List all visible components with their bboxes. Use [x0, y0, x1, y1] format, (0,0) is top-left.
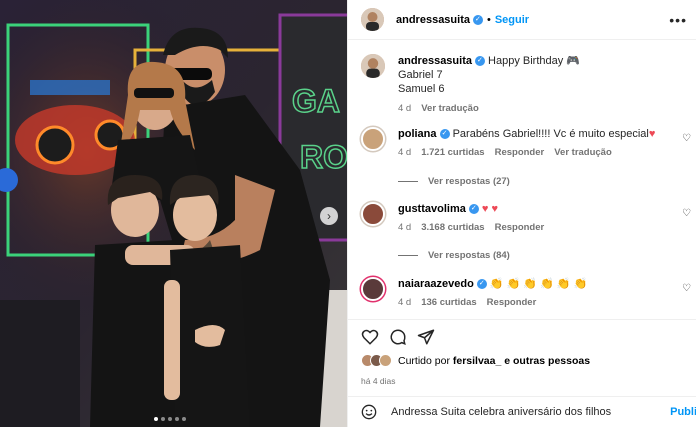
verified-badge-icon: ✓ — [476, 279, 487, 290]
separator-dot: • — [486, 13, 491, 26]
comment-icon[interactable] — [388, 328, 408, 346]
carousel-dots — [154, 417, 186, 421]
post-date: há 4 dias — [361, 376, 396, 386]
comment-text: ♥ ♥ — [481, 203, 499, 215]
heart-emoji: ♥ — [648, 128, 656, 140]
like-comment-heart-icon[interactable]: ♡ — [682, 283, 691, 294]
liked-by-prefix: Curtido por — [398, 354, 450, 367]
share-icon[interactable] — [416, 328, 436, 346]
post-header: andressasuita ✓ • Seguir ••• — [348, 0, 696, 40]
follow-button[interactable]: Seguir — [495, 14, 529, 26]
verified-badge-icon: ✓ — [439, 129, 450, 140]
post-details-panel: andressasuita ✓ • Seguir ••• andressasui… — [347, 0, 696, 427]
comment-username[interactable]: naiaraazevedo — [398, 278, 474, 290]
caption-time: 4 d — [398, 103, 412, 114]
svg-text:GA: GA — [292, 83, 340, 119]
publish-button[interactable]: Publi — [670, 406, 696, 418]
view-replies-label: Ver respostas (84) — [428, 250, 510, 261]
avatar — [379, 354, 392, 367]
comment-likes[interactable]: 136 curtidas — [421, 296, 476, 310]
chevron-right-icon: › — [327, 209, 331, 223]
action-bar — [348, 319, 696, 351]
caption: andressasuita ✓ Happy Birthday 🎮 Gabriel … — [361, 54, 691, 116]
carousel-dot — [168, 417, 172, 421]
post-photo[interactable]: GA RO › — [0, 0, 347, 427]
liked-by-user[interactable]: fersilvaa_ — [453, 355, 501, 367]
avatar[interactable] — [361, 202, 385, 226]
view-replies-label: Ver respostas (27) — [428, 176, 510, 187]
reply-button[interactable]: Responder — [495, 221, 545, 235]
carousel-dot — [161, 417, 165, 421]
caption-line: Gabriel 7 — [398, 69, 443, 81]
comment-input[interactable]: Andressa Suita celebra aniversário dos f… — [391, 406, 611, 418]
translate-link[interactable]: Ver tradução — [421, 102, 479, 116]
comment-text: Parabéns Gabriel!!!! Vc é muito especial — [452, 128, 649, 140]
avatar[interactable] — [361, 277, 385, 301]
caption-text: Happy Birthday 🎮 — [488, 55, 581, 67]
liked-by: Curtido por fersilvaa_ e outras pessoas — [361, 354, 590, 367]
reply-button[interactable]: Responder — [495, 146, 545, 160]
add-comment-bar: Andressa Suita celebra aniversário dos f… — [348, 396, 696, 427]
comment-username[interactable]: gusttavolima — [398, 203, 466, 215]
next-photo-button[interactable]: › — [320, 207, 338, 225]
avatar[interactable] — [361, 54, 385, 78]
comment-time: 4 d — [398, 222, 412, 233]
like-comment-heart-icon[interactable]: ♡ — [682, 133, 691, 144]
verified-badge-icon: ✓ — [474, 56, 485, 67]
verified-badge-icon: ✓ — [468, 204, 479, 215]
comment-item: naiaraazevedo ✓ 👏 👏 👏 👏 👏 👏 4 d 136 curti… — [361, 277, 691, 310]
comment-time: 4 d — [398, 297, 412, 308]
comment-item: gusttavolima ✓ ♥ ♥ 4 d 3.168 curtidas Res… — [361, 202, 691, 235]
comment-item: poliana ✓ Parabéns Gabriel!!!! Vc é muito… — [361, 127, 691, 160]
comment-username[interactable]: poliana — [398, 128, 437, 140]
view-replies-button[interactable]: Ver respostas (27) — [398, 176, 510, 187]
carousel-dot — [154, 417, 158, 421]
carousel-dot — [182, 417, 186, 421]
verified-badge-icon: ✓ — [472, 14, 483, 25]
comment-likes[interactable]: 3.168 curtidas — [421, 221, 484, 235]
view-replies-button[interactable]: Ver respostas (84) — [398, 250, 510, 261]
avatar[interactable] — [361, 127, 385, 151]
svg-text:RO: RO — [300, 139, 347, 175]
reply-button[interactable]: Responder — [487, 296, 537, 310]
like-comment-heart-icon[interactable]: ♡ — [682, 208, 691, 219]
avatar-image — [361, 8, 384, 31]
heart-icon[interactable] — [360, 328, 380, 346]
header-username[interactable]: andressasuita — [396, 14, 470, 26]
liked-by-suffix[interactable]: e outras pessoas — [504, 355, 590, 367]
translate-link[interactable]: Ver tradução — [554, 146, 612, 160]
emoji-icon[interactable] — [361, 404, 377, 420]
caption-username[interactable]: andressasuita — [398, 55, 472, 67]
family-photo-illustration: GA RO — [0, 0, 347, 427]
comment-time: 4 d — [398, 147, 412, 158]
avatar-image — [361, 54, 385, 78]
more-horizontal-icon[interactable]: ••• — [669, 12, 687, 28]
comment-likes[interactable]: 1.721 curtidas — [421, 146, 484, 160]
caption-line: Samuel 6 — [398, 83, 445, 95]
comment-text: 👏 👏 👏 👏 👏 👏 — [489, 278, 588, 290]
avatar[interactable] — [361, 8, 384, 31]
carousel-dot — [175, 417, 179, 421]
